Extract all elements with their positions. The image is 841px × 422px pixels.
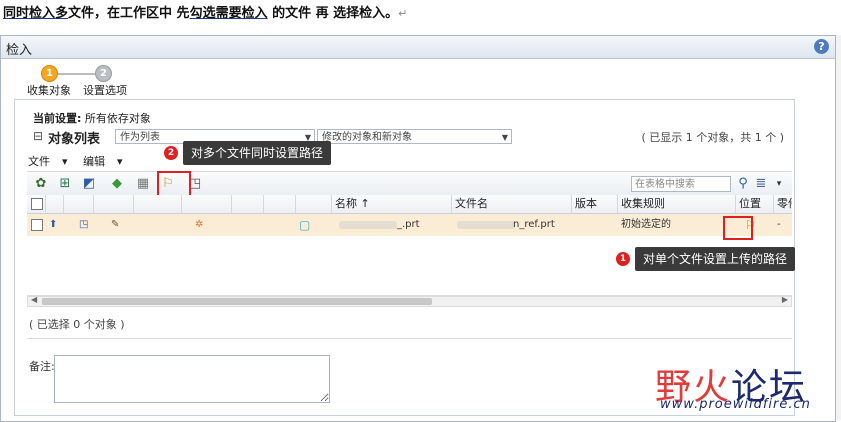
caption-part: 勾选需要检入: [189, 6, 268, 21]
current-setting: 当前设置: 所有依存对象: [33, 110, 151, 126]
menu-file-label: 文件: [28, 155, 50, 168]
row-part: -: [777, 219, 781, 230]
col-name[interactable]: 名称 ↑: [331, 195, 451, 213]
highlight-box-location: [723, 216, 753, 240]
current-setting-label: 当前设置:: [33, 112, 82, 125]
step-2-label[interactable]: 设置选项: [83, 82, 127, 98]
col-status[interactable]: [45, 195, 63, 213]
tree-icon[interactable]: ▦: [135, 176, 151, 192]
divider: [27, 338, 792, 339]
col-type[interactable]: [295, 195, 331, 213]
filter-select[interactable]: 修改的对象和新对象 ▼: [317, 129, 512, 144]
annotation-2-tooltip: 对多个文件同时设置路径: [183, 141, 332, 165]
scroll-thumb[interactable]: [42, 298, 432, 305]
col-rule[interactable]: 收集规则: [617, 195, 735, 213]
chevron-down-icon[interactable]: ▾: [771, 176, 787, 192]
objects-table: 名称 ↑ 文件名 版本 收集规则 位置 零件 ⬆ ◳ ✎ ✲ ▢ _.prt n…: [27, 195, 792, 296]
caption-part: 的文件 再 选择检入。: [267, 6, 399, 21]
scroll-left-icon[interactable]: ◀: [31, 295, 37, 304]
caption-part: 同时: [3, 6, 30, 21]
step-1-label[interactable]: 收集对象: [27, 82, 71, 98]
col-filename[interactable]: 文件名: [451, 195, 571, 213]
row-name: _.prt: [397, 219, 420, 230]
gear-icon: ✲: [195, 219, 204, 230]
toolbar: ✿ ⊞ ◩ ◆ ▦ ⚐ ◳ 在表格中搜索 ⚲ ≣ ▾: [27, 171, 792, 197]
filter-select-value: 修改的对象和新对象: [322, 132, 412, 143]
watermark-url: www.proewildfire.cn: [660, 397, 811, 412]
dependency-icon[interactable]: ◆: [109, 176, 125, 192]
blurred-filename: [457, 221, 515, 229]
step-2-icon[interactable]: 2: [95, 65, 112, 82]
object-list-title: 对象列表: [48, 132, 101, 147]
col-flag[interactable]: [133, 195, 181, 213]
file-icon: ◳: [79, 219, 89, 230]
col-extra[interactable]: [263, 195, 295, 213]
annotation-2-badge: 2: [164, 146, 178, 160]
table-header: 名称 ↑ 文件名 版本 收集规则 位置 零件: [27, 195, 792, 214]
view-select-value: 作为列表: [120, 132, 160, 143]
window-titlebar: 检入 ?: [1, 36, 835, 59]
help-icon[interactable]: ?: [814, 39, 829, 54]
selected-count: ( 已选择 0 个对象 ): [29, 318, 125, 331]
menu-edit[interactable]: 编辑 ▾: [83, 155, 123, 168]
row-checkbox[interactable]: [31, 219, 43, 231]
paragraph-mark: ↵: [398, 7, 408, 20]
object-count: ( 已显示 1 个对象，共 1 个 ): [641, 131, 784, 144]
table-row[interactable]: ⬆ ◳ ✎ ✲ ▢ _.prt n_ref.prt 初始选定的 ⚐ -: [27, 214, 792, 236]
menu-edit-label: 编辑: [83, 155, 106, 168]
add-object-icon[interactable]: ✿: [33, 176, 49, 192]
annotation-1-badge: 1: [616, 252, 630, 266]
menu-file[interactable]: 文件 ▾: [28, 155, 68, 168]
scroll-right-icon[interactable]: ▶: [782, 295, 788, 304]
wizard-steps: 1 2 收集对象 设置选项: [27, 65, 147, 98]
horizontal-scrollbar[interactable]: ◀ ▶: [27, 295, 792, 307]
edit-icon[interactable]: ◩: [81, 176, 97, 192]
instruction-caption: 同时检入多文件，在工作区中 先勾选需要检入 的文件 再 选择检入。↵: [3, 2, 407, 21]
col-version[interactable]: 版本: [571, 195, 617, 213]
note-textarea[interactable]: [54, 355, 330, 403]
collect-icon[interactable]: ⊞: [57, 176, 73, 192]
note-label: 备注:: [29, 360, 55, 373]
search-icon[interactable]: ⚲: [735, 176, 751, 192]
row-rule: 初始选定的: [621, 219, 671, 230]
col-location[interactable]: 位置: [735, 195, 773, 213]
caption-part: 检入多: [29, 6, 69, 21]
caption-part: 文件，在工作区中 先: [68, 6, 190, 21]
step-connector: [58, 73, 95, 75]
select-all-checkbox[interactable]: [31, 198, 43, 210]
status-icon: ⬆: [49, 219, 58, 230]
current-setting-value: 所有依存对象: [84, 112, 151, 125]
col-part[interactable]: 零件: [773, 195, 792, 213]
modified-icon: ✎: [111, 219, 120, 230]
col-state[interactable]: [181, 195, 231, 213]
table-search-input[interactable]: 在表格中搜索: [631, 176, 731, 192]
annotation-1-tooltip: 对单个文件设置上传的路径: [635, 247, 796, 271]
col-change[interactable]: [93, 195, 133, 213]
column-settings-icon[interactable]: ≣: [753, 176, 769, 192]
step-1-icon[interactable]: 1: [41, 65, 58, 82]
window-title: 检入: [6, 43, 33, 58]
blurred-name: [339, 221, 397, 229]
menu-bar: 文件 ▾ 编辑 ▾: [28, 153, 135, 169]
col-icon[interactable]: [63, 195, 93, 213]
row-filename: n_ref.prt: [513, 219, 555, 230]
collapse-icon[interactable]: ⊟: [33, 129, 43, 143]
part-icon: ▢: [299, 218, 311, 232]
col-extra[interactable]: [231, 195, 263, 213]
chevron-down-icon: ▼: [501, 133, 508, 142]
page-scrollbar[interactable]: [836, 35, 841, 420]
object-list-header: ⊟ 对象列表 作为列表 ▼ 修改的对象和新对象 ▼ ( 已显示 1 个对象，共 …: [33, 128, 788, 147]
